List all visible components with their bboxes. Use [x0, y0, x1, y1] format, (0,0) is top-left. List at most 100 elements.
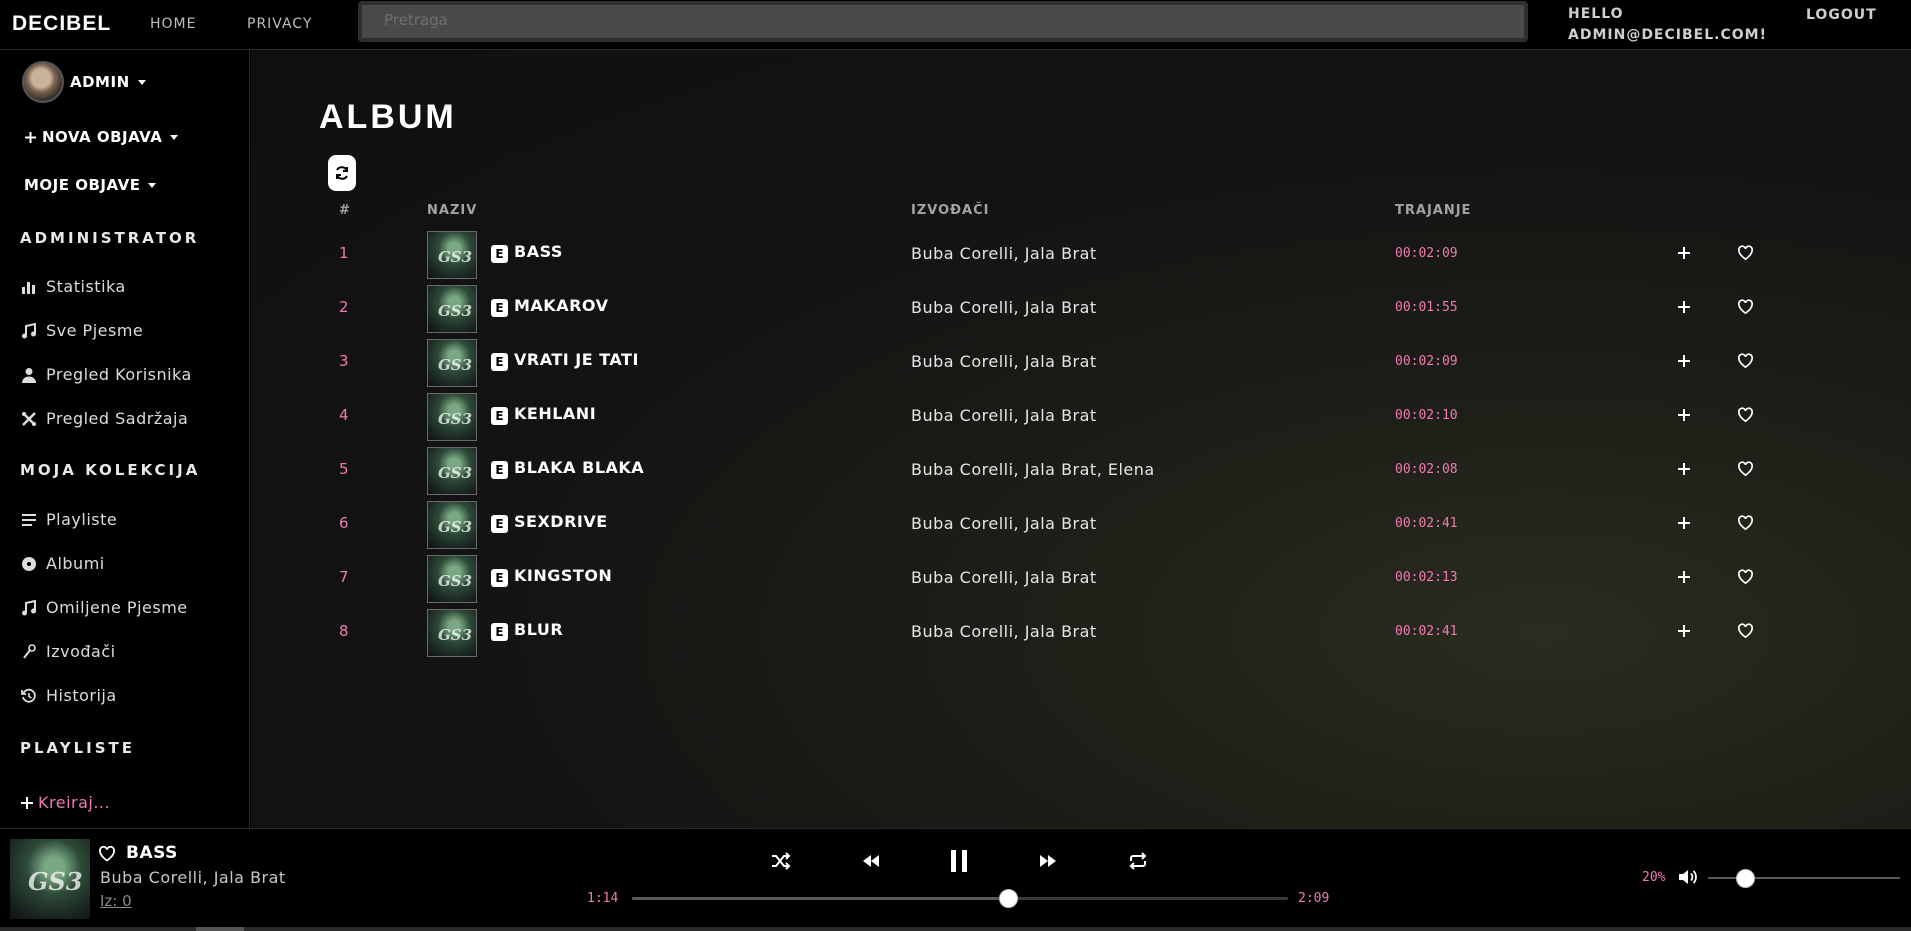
sidebar-item-label: Albumi [46, 554, 105, 573]
heart-icon [1737, 515, 1753, 531]
like-button[interactable] [1734, 458, 1756, 480]
track-duration: 00:02:09 [1395, 246, 1458, 261]
track-artists[interactable]: Buba Corelli, Jala Brat [911, 298, 1097, 317]
sidebar-item-statistika[interactable]: Statistika [20, 277, 126, 296]
column-header-artists: IZVOĐAČI [911, 203, 990, 218]
table-row[interactable]: 2 GS3 E MAKAROV Buba Corelli, Jala Brat 00:01… [251, 282, 1911, 336]
greeting-email: ADMIN@DECIBEL.COM! [1568, 27, 1767, 43]
track-cover[interactable]: GS3 [427, 231, 477, 279]
track-cover[interactable]: GS3 [427, 609, 477, 657]
track-duration: 00:02:09 [1395, 354, 1458, 369]
pause-button[interactable] [947, 849, 971, 873]
track-title[interactable]: BLAKA BLAKA [514, 458, 644, 477]
track-artists[interactable]: Buba Corelli, Jala Brat [911, 352, 1097, 371]
track-title[interactable]: VRATI JE TATI [514, 350, 639, 369]
track-title[interactable]: BASS [514, 242, 563, 261]
like-button[interactable] [1734, 404, 1756, 426]
track-title[interactable]: SEXDRIVE [514, 512, 608, 531]
sidebar-item-historija[interactable]: Historija [20, 686, 117, 705]
nav-privacy-link[interactable]: PRIVACY [247, 16, 312, 32]
sidebar-item-pregled-korisnika[interactable]: Pregled Korisnika [20, 365, 192, 384]
now-playing-title[interactable]: BASS [126, 843, 178, 863]
table-row[interactable]: 1 GS3 E BASS Buba Corelli, Jala Brat 00:02:09 [251, 228, 1911, 282]
explicit-badge: E [491, 353, 508, 371]
profile-dropdown[interactable]: ADMIN [22, 61, 146, 103]
music-note-icon [20, 599, 38, 617]
table-row[interactable]: 6 GS3 E SEXDRIVE Buba Corelli, Jala Brat 00:0… [251, 498, 1911, 552]
like-button[interactable] [1734, 620, 1756, 642]
volume-handle[interactable] [1736, 869, 1756, 888]
track-title[interactable]: KEHLANI [514, 404, 596, 423]
like-button[interactable] [1734, 350, 1756, 372]
create-playlist-link[interactable]: Kreiraj... [20, 793, 110, 812]
sidebar-item-pregled-sadrzaja[interactable]: Pregled Sadržaja [20, 409, 188, 428]
track-title[interactable]: KINGSTON [514, 566, 612, 585]
bar-chart-icon [20, 278, 38, 296]
horizontal-scrollbar[interactable] [0, 927, 1911, 931]
sidebar-item-albumi[interactable]: Albumi [20, 554, 105, 573]
table-row[interactable]: 3 GS3 E VRATI JE TATI Buba Corelli, Jala Bra… [251, 336, 1911, 390]
my-posts-dropdown[interactable]: MOJE OBJAVE [24, 176, 157, 194]
add-to-playlist-button[interactable] [1673, 296, 1695, 318]
user-icon [20, 366, 38, 384]
like-button[interactable] [1734, 566, 1756, 588]
table-row[interactable]: 8 GS3 E BLUR Buba Corelli, Jala Brat 00:02:41 [251, 606, 1911, 660]
add-to-playlist-button[interactable] [1673, 458, 1695, 480]
add-to-playlist-button[interactable] [1673, 404, 1695, 426]
track-artists[interactable]: Buba Corelli, Jala Brat [911, 568, 1097, 587]
scrollbar-thumb[interactable] [196, 927, 244, 931]
track-cover[interactable]: GS3 [427, 285, 477, 333]
track-cover[interactable]: GS3 [427, 501, 477, 549]
search-input[interactable]: Pretraga [358, 1, 1528, 42]
seek-slider[interactable] [632, 889, 1288, 908]
table-row[interactable]: 4 GS3 E KEHLANI Buba Corelli, Jala Brat 00:02… [251, 390, 1911, 444]
heart-icon [1737, 461, 1753, 477]
refresh-icon [336, 166, 348, 180]
like-button[interactable] [1734, 242, 1756, 264]
track-artists[interactable]: Buba Corelli, Jala Brat [911, 622, 1097, 641]
add-to-playlist-button[interactable] [1673, 242, 1695, 264]
like-button[interactable] [1734, 512, 1756, 534]
track-number: 7 [339, 568, 349, 586]
mute-button[interactable] [1677, 867, 1699, 887]
sidebar-item-omiljene-pjesme[interactable]: Omiljene Pjesme [20, 598, 188, 617]
track-artists[interactable]: Buba Corelli, Jala Brat [911, 244, 1097, 263]
new-post-dropdown[interactable]: NOVA OBJAVA [24, 128, 179, 146]
add-to-playlist-button[interactable] [1673, 566, 1695, 588]
add-to-playlist-button[interactable] [1673, 620, 1695, 642]
nav-home-link[interactable]: HOME [150, 16, 196, 32]
track-artists[interactable]: Buba Corelli, Jala Brat [911, 406, 1097, 425]
track-artists[interactable]: Buba Corelli, Jala Brat, Elena [911, 460, 1155, 479]
table-row[interactable]: 5 GS3 E BLAKA BLAKA Buba Corelli, Jala Brat,… [251, 444, 1911, 498]
volume-slider[interactable] [1708, 869, 1900, 888]
plus-icon [1678, 247, 1690, 259]
logout-link[interactable]: LOGOUT [1806, 7, 1877, 23]
next-button[interactable] [1036, 849, 1060, 873]
track-title[interactable]: BLUR [514, 620, 563, 639]
now-playing-source-link[interactable]: Iz: 0 [100, 892, 132, 910]
sidebar-item-label: Izvođači [46, 642, 116, 661]
add-to-playlist-button[interactable] [1673, 512, 1695, 534]
sidebar-item-sve-pjesme[interactable]: Sve Pjesme [20, 321, 143, 340]
microphone-icon [20, 643, 38, 661]
refresh-button[interactable] [328, 155, 356, 191]
repeat-button[interactable] [1126, 849, 1150, 873]
sidebar-item-izvodjaci[interactable]: Izvođači [20, 642, 116, 661]
track-title[interactable]: MAKAROV [514, 296, 608, 315]
track-cover[interactable]: GS3 [427, 393, 477, 441]
table-row[interactable]: 7 GS3 E KINGSTON Buba Corelli, Jala Brat 00:0… [251, 552, 1911, 606]
track-artists[interactable]: Buba Corelli, Jala Brat [911, 514, 1097, 533]
seek-handle[interactable] [998, 889, 1018, 908]
like-button[interactable] [1734, 296, 1756, 318]
track-cover[interactable]: GS3 [427, 555, 477, 603]
now-playing-artists[interactable]: Buba Corelli, Jala Brat [100, 868, 286, 887]
previous-button[interactable] [859, 849, 883, 873]
like-current-button[interactable] [98, 845, 116, 863]
brand-logo[interactable]: DECIBEL [12, 12, 111, 36]
sidebar-item-playliste[interactable]: Playliste [20, 510, 117, 529]
track-cover[interactable]: GS3 [427, 447, 477, 495]
track-cover[interactable]: GS3 [427, 339, 477, 387]
now-playing-cover[interactable]: GS3 [10, 839, 90, 919]
shuffle-button[interactable] [769, 849, 793, 873]
add-to-playlist-button[interactable] [1673, 350, 1695, 372]
